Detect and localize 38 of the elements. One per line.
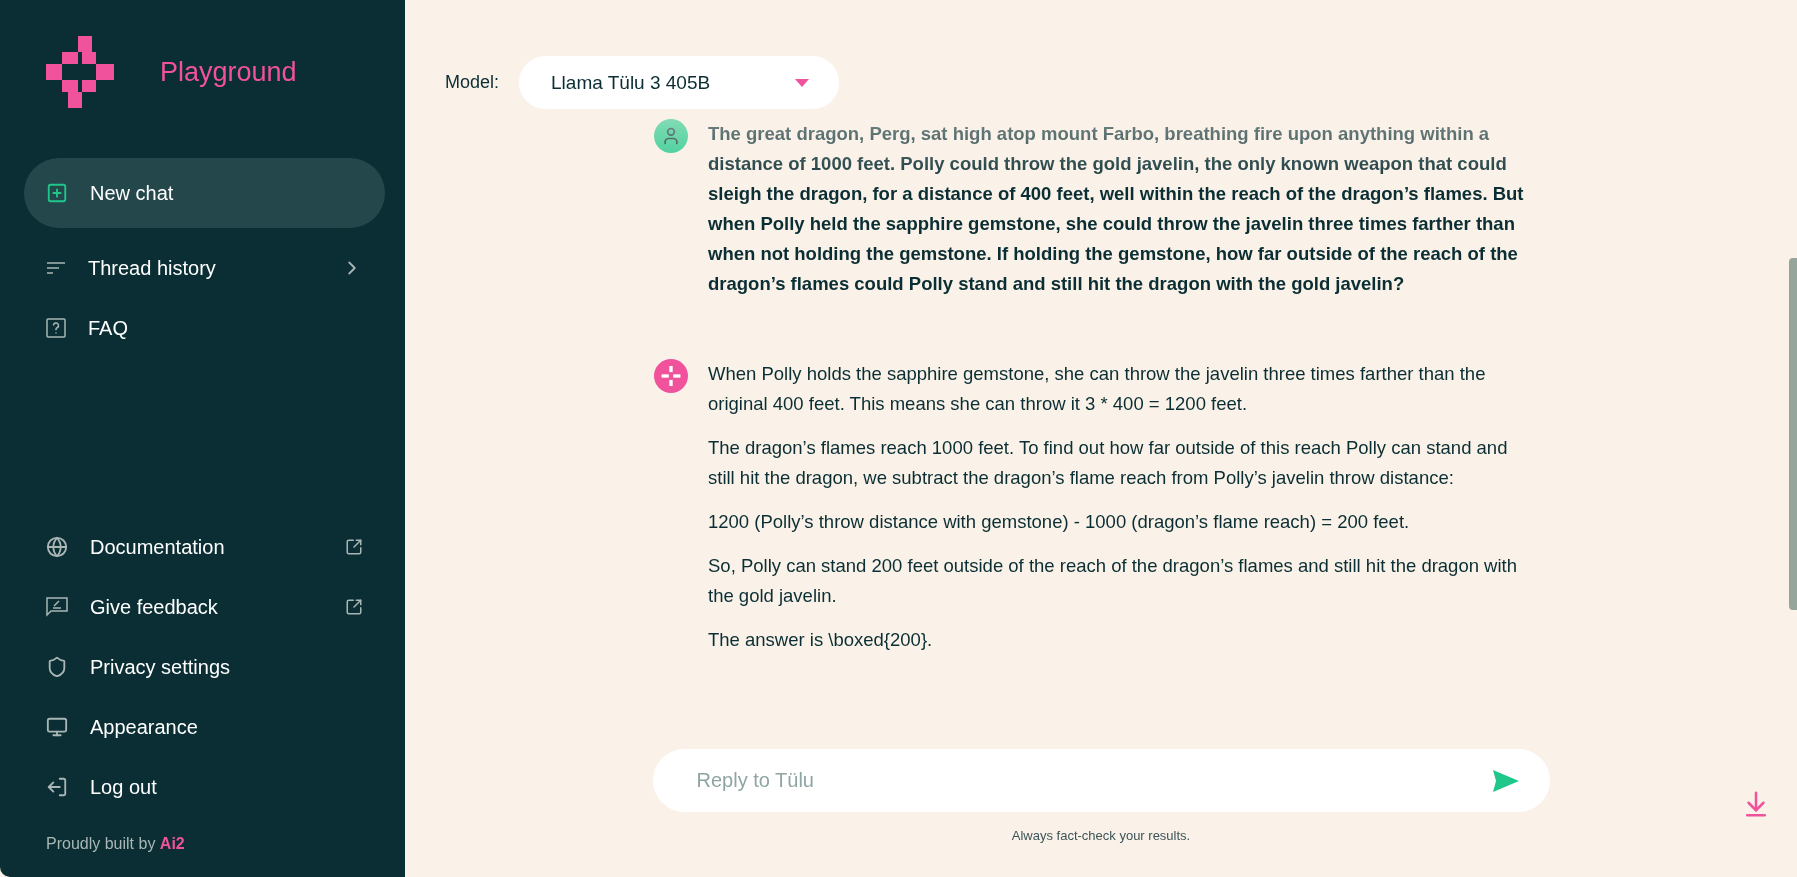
ai2-link[interactable]: Ai2	[159, 835, 185, 852]
assistant-avatar-icon	[661, 366, 681, 386]
globe-icon	[46, 536, 68, 558]
logout-icon	[46, 776, 68, 798]
message-text: The dragon’s flames reach 1000 feet. To find out how far outside of this reach Polly can stand and still hit the dragon, we subtract the dragon’s flame reach from Polly’s javelin throw distance:	[708, 436, 1509, 490]
sidebar-item[interactable]: FAQ	[24, 298, 385, 358]
sidebar-item[interactable]: Thread history	[24, 238, 385, 298]
sidebar-item[interactable]: Appearance	[24, 697, 385, 757]
user-icon	[661, 126, 681, 146]
scrollbar-thumb[interactable]	[1789, 258, 1797, 610]
model-select[interactable]: Llama Tülu 3 405B	[519, 56, 840, 109]
list-icon	[46, 261, 66, 275]
sidebar-item[interactable]: New chat	[24, 158, 385, 228]
help-icon	[46, 318, 66, 338]
message-text: The great dragon, Perg, sat high atop mount Farbo, breathing fire upon anything within a distance of 1000 feet. Polly could throw the gold javelin, the only known weapon that could sleigh the dragon, for a distance of 400 feet, well within the reach of the dragon’s flames. But when Polly held the sapphire gemstone, she could throw the javelin three times farther than when not holding the gemstone. If holding the gemstone, how far outside of the reach of the dragon’s flames could Polly stand and still hit the dragon with the gold javelin?	[708, 122, 1525, 296]
message-text: The answer is \boxed{200}.	[708, 628, 934, 652]
caret-icon	[795, 78, 810, 87]
sidebar-item[interactable]: Privacy settings	[24, 637, 385, 697]
message-text: So, Polly can stand 200 feet outside of the reach of the dragon’s flames and still hit the dragon with the gold javelin.	[708, 554, 1519, 608]
sidebar-item[interactable]: Documentation	[24, 517, 385, 577]
send-icon	[1491, 768, 1520, 793]
sidebar-item[interactable]: Give feedback	[24, 577, 385, 637]
external-link-icon	[345, 538, 363, 556]
external-link-icon	[345, 598, 363, 616]
brand-name: Playground	[160, 56, 297, 88]
message-text: 1200 (Polly’s throw distance with gemstone) - 1000 (dragon’s flame reach) = 200 feet.	[708, 510, 1411, 534]
shield-icon	[46, 656, 68, 678]
reply-field[interactable]: Reply to Tülu	[652, 749, 1550, 812]
reply-input[interactable]: Reply to Tülu	[694, 768, 1492, 793]
send-button[interactable]	[1491, 768, 1520, 793]
monitor-icon	[46, 716, 68, 738]
footer-text: Proudly built by Ai2	[45, 835, 186, 853]
disclaimer-text: Always fact-check your results.	[1011, 828, 1191, 843]
feedback-icon	[46, 597, 68, 617]
model-label: Model:	[445, 72, 500, 93]
message-text: When Polly holds the sapphire gemstone, she can throw the javelin three times farther than the original 400 feet. This means she can throw it 3 * 400 = 1200 feet.	[708, 362, 1487, 416]
plus-icon	[46, 182, 68, 204]
sidebar-item[interactable]: Log out	[24, 757, 385, 817]
